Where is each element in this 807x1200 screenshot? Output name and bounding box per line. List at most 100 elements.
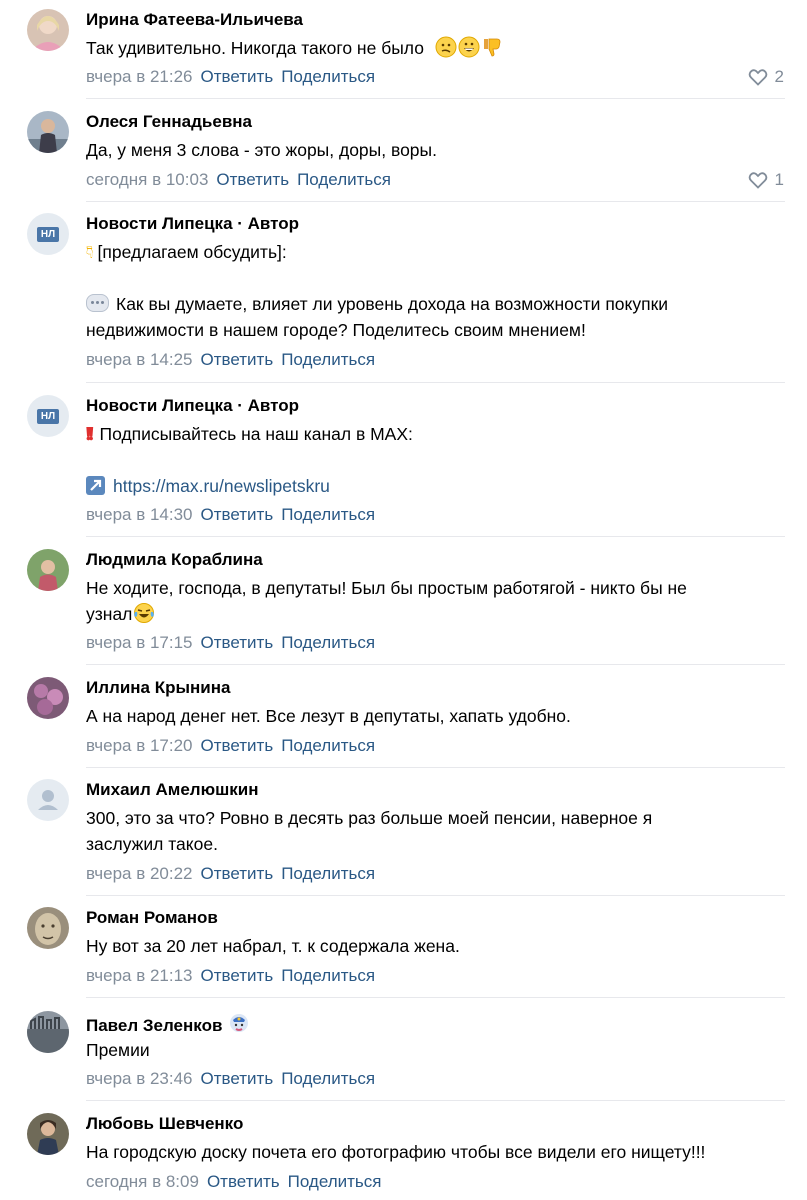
comment-time[interactable]: вчера в 21:13 <box>86 966 193 985</box>
group-avatar[interactable]: НЛ <box>27 213 69 255</box>
avatar[interactable] <box>27 9 69 51</box>
share-button[interactable]: Поделиться <box>297 170 391 189</box>
avatar[interactable] <box>27 677 69 719</box>
divider <box>86 767 785 768</box>
like-button[interactable]: 1 <box>748 170 784 190</box>
avatar[interactable] <box>27 111 69 153</box>
comment-line: Да, у меня 3 слова - это жоры, доры, вор… <box>86 140 437 160</box>
comment-time[interactable]: вчера в 23:46 <box>86 1069 193 1088</box>
comment-meta: вчера в 17:15 Ответить Поделиться <box>86 633 375 653</box>
divider <box>86 201 785 202</box>
comment-author[interactable]: Любовь Шевченко <box>86 1114 243 1134</box>
author-name: Павел Зеленков <box>86 1016 223 1035</box>
comment-meta: сегодня в 8:09 Ответить Поделиться <box>86 1172 382 1192</box>
divider <box>86 1100 785 1101</box>
reply-button[interactable]: Ответить <box>201 1069 274 1088</box>
comment-meta: вчера в 14:30 Ответить Поделиться <box>86 505 375 525</box>
comment-author[interactable]: Ирина Фатеева-Ильичева <box>86 10 303 30</box>
comment-line <box>86 265 791 291</box>
avatar-placeholder[interactable] <box>27 779 69 821</box>
reply-button[interactable]: Ответить <box>201 633 274 652</box>
comment-text: 300, это за что? Ровно в десять раз боль… <box>86 805 791 857</box>
comment-text: Премии <box>86 1037 791 1063</box>
comment-time[interactable]: сегодня в 10:03 <box>86 170 208 189</box>
avatar[interactable] <box>27 1011 69 1053</box>
comment-author[interactable]: Людмила Кораблина <box>86 550 263 570</box>
grinning-face-icon <box>458 36 480 58</box>
comment-line: Как вы думаете, влияет ли уровень дохода… <box>116 294 669 314</box>
comment-time[interactable]: вчера в 14:25 <box>86 350 193 369</box>
divider <box>86 536 785 537</box>
comment-time[interactable]: вчера в 17:20 <box>86 736 193 755</box>
share-button[interactable]: Поделиться <box>281 864 375 883</box>
reply-button[interactable]: Ответить <box>201 736 274 755</box>
avatar[interactable] <box>27 907 69 949</box>
police-badge-icon <box>230 1014 249 1032</box>
comment-line: Не ходите, господа, в депутаты! Был бы п… <box>86 578 687 598</box>
comment-author[interactable]: Иллина Крынина <box>86 678 230 698</box>
comment-time[interactable]: сегодня в 8:09 <box>86 1172 199 1191</box>
comment-text: На городскую доску почета его фотографию… <box>86 1139 791 1165</box>
comment-author[interactable]: Олеся Геннадьевна <box>86 112 252 132</box>
group-avatar[interactable]: НЛ <box>27 395 69 437</box>
comment-text: Не ходите, господа, в депутаты! Был бы п… <box>86 575 791 627</box>
share-button[interactable]: Поделиться <box>281 1069 375 1088</box>
comment-meta: вчера в 21:13 Ответить Поделиться <box>86 966 375 986</box>
comment-line: недвижимости в нашем городе? Поделитесь … <box>86 320 586 340</box>
reply-button[interactable]: Ответить <box>201 505 274 524</box>
comment-text: Ну вот за 20 лет набрал, т. к содержала … <box>86 933 791 959</box>
comment-meta: вчера в 21:26 Ответить Поделиться <box>86 67 375 87</box>
share-button[interactable]: Поделиться <box>281 966 375 985</box>
divider <box>86 98 785 99</box>
divider <box>86 664 785 665</box>
speech-bubble-icon <box>86 294 109 312</box>
reply-button[interactable]: Ответить <box>201 864 274 883</box>
comment-author[interactable]: Новости Липецка · Автор <box>86 396 299 416</box>
comment-meta: вчера в 14:25 Ответить Поделиться <box>86 350 375 370</box>
comment-text: Да, у меня 3 слова - это жоры, доры, вор… <box>86 137 791 163</box>
heart-icon <box>748 69 767 86</box>
comment-author[interactable]: Новости Липецка · Автор <box>86 214 299 234</box>
like-count: 2 <box>774 67 784 86</box>
comment-time[interactable]: вчера в 17:15 <box>86 633 193 652</box>
comment-time[interactable]: вчера в 21:26 <box>86 67 193 86</box>
comment-line: А на народ денег нет. Все лезут в депута… <box>86 706 571 726</box>
reply-button[interactable]: Ответить <box>216 170 289 189</box>
comment-author[interactable]: Павел Зеленков <box>86 1012 250 1036</box>
share-button[interactable]: Поделиться <box>281 67 375 86</box>
reply-button[interactable]: Ответить <box>207 1172 280 1191</box>
comment-text: ❗︎❗︎ Подписывайтесь на наш канал в MAX: h… <box>86 421 791 499</box>
share-button[interactable]: Поделиться <box>281 633 375 652</box>
comment-line: Ну вот за 20 лет набрал, т. к содержала … <box>86 936 460 956</box>
comment-author[interactable]: Роман Романов <box>86 908 218 928</box>
group-logo-icon: НЛ <box>36 226 60 242</box>
avatar[interactable] <box>27 1113 69 1155</box>
comment-line: Так удивительно. Никогда такого не было <box>86 38 424 58</box>
comment-line: Подписывайтесь на наш канал в MAX: <box>99 424 413 444</box>
comment-time[interactable]: вчера в 14:30 <box>86 505 193 524</box>
share-button[interactable]: Поделиться <box>281 736 375 755</box>
like-button[interactable]: 2 <box>748 67 784 87</box>
like-count: 1 <box>774 170 784 189</box>
share-button[interactable]: Поделиться <box>281 505 375 524</box>
avatar[interactable] <box>27 549 69 591</box>
heart-icon <box>748 172 767 189</box>
comment-time[interactable]: вчера в 20:22 <box>86 864 193 883</box>
reply-button[interactable]: Ответить <box>201 67 274 86</box>
comment-author[interactable]: Михаил Амелюшкин <box>86 780 259 800</box>
comment-meta: сегодня в 10:03 Ответить Поделиться <box>86 170 391 190</box>
comment-text: 👇︎ [предлагаем обсудить]: Как вы думаете,… <box>86 239 791 343</box>
thumbs-down-icon <box>483 38 501 57</box>
reply-button[interactable]: Ответить <box>201 966 274 985</box>
comment-line: 300, это за что? Ровно в десять раз боль… <box>86 808 653 828</box>
share-button[interactable]: Поделиться <box>281 350 375 369</box>
divider <box>86 997 785 998</box>
thinking-face-icon <box>435 36 457 58</box>
comment-line: Премии <box>86 1040 150 1060</box>
comment-line: заслужил такое. <box>86 834 218 854</box>
share-button[interactable]: Поделиться <box>288 1172 382 1191</box>
channel-link[interactable]: https://max.ru/newslipetskru <box>113 476 330 496</box>
comments-feed: Ирина Фатеева-Ильичева Так удивительно. … <box>0 0 807 1200</box>
reply-button[interactable]: Ответить <box>201 350 274 369</box>
arrow-up-right-icon <box>86 476 105 495</box>
